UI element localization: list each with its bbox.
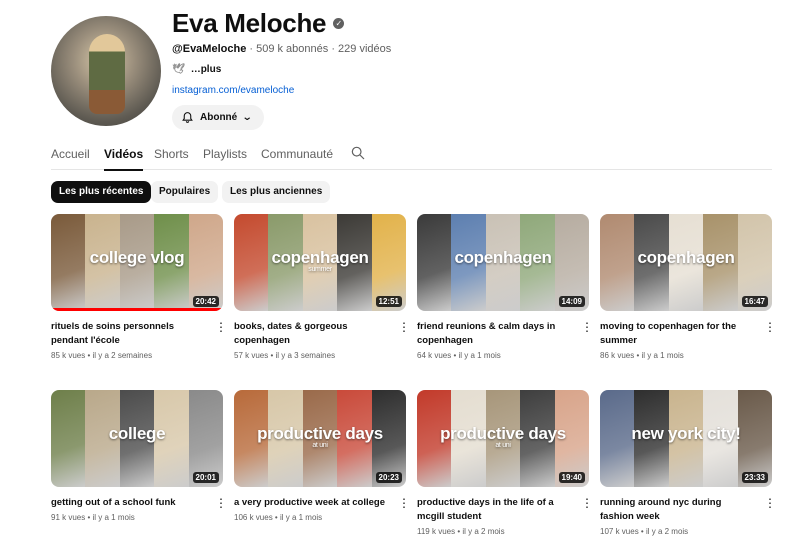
- video-duration: 19:40: [558, 472, 585, 483]
- video-card[interactable]: productive days at uni 19:40 productive day…: [417, 390, 593, 536]
- video-meta: 106 k vues • il y a 1 mois: [234, 513, 323, 522]
- video-card[interactable]: new york city! 23:33 running around nyc du…: [600, 390, 776, 536]
- video-thumbnail[interactable]: productive days at uni 19:40: [417, 390, 589, 487]
- video-title[interactable]: books, dates & gorgeous copenhagen: [234, 320, 390, 348]
- overlay-title: copenhagen: [271, 248, 369, 267]
- video-card[interactable]: copenhagen summer 12:51 books, dates & gorg…: [234, 214, 410, 360]
- channel-handle: @EvaMeloche: [172, 43, 247, 55]
- channel-name-text: Eva Meloche: [172, 8, 327, 38]
- tab-shorts[interactable]: Shorts: [154, 147, 189, 161]
- thumbnail-overlay-text: copenhagen: [600, 248, 772, 268]
- chip-oldest[interactable]: Les plus anciennes: [222, 181, 331, 203]
- overlay-title: copenhagen: [454, 248, 552, 267]
- channel-avatar[interactable]: [51, 16, 161, 126]
- video-thumbnail[interactable]: new york city! 23:33: [600, 390, 772, 487]
- channel-bio[interactable]: 🕊 …plus: [172, 64, 221, 75]
- video-duration: 14:09: [558, 296, 585, 307]
- video-title[interactable]: moving to copenhagen for the summer: [600, 320, 756, 348]
- subscribed-button[interactable]: Abonné ⌄: [172, 105, 264, 130]
- thumbnail-overlay-text: copenhagen summer: [234, 248, 406, 273]
- video-duration: 20:01: [192, 472, 219, 483]
- video-title[interactable]: a very productive week at college: [234, 496, 390, 510]
- search-icon[interactable]: [350, 145, 366, 161]
- video-thumbnail[interactable]: college 20:01: [51, 390, 223, 487]
- video-card[interactable]: college 20:01 getting out of a school funk…: [51, 390, 227, 522]
- channel-link[interactable]: instagram.com/evameloche: [172, 85, 294, 96]
- avatar-figure: [89, 34, 125, 114]
- overlay-subtitle: summer: [308, 266, 332, 273]
- thumbnail-overlay-text: college: [51, 424, 223, 444]
- video-duration: 23:33: [741, 472, 768, 483]
- dove-icon: 🕊: [172, 64, 185, 75]
- video-meta: 91 k vues • il y a 1 mois: [51, 513, 135, 522]
- video-meta: 119 k vues • il y a 2 mois: [417, 527, 505, 536]
- more-options-icon[interactable]: ⋮: [398, 497, 410, 509]
- video-meta: 85 k vues • il y a 2 semaines: [51, 351, 153, 360]
- video-duration: 20:42: [192, 296, 219, 307]
- overlay-title: copenhagen: [637, 248, 735, 267]
- more-options-icon[interactable]: ⋮: [581, 321, 593, 333]
- thumbnail-overlay-text: copenhagen: [417, 248, 589, 268]
- video-meta: 57 k vues • il y a 3 semaines: [234, 351, 336, 360]
- video-thumbnail[interactable]: college vlog 20:42: [51, 214, 223, 311]
- subscribed-label: Abonné: [200, 112, 238, 123]
- video-title[interactable]: running around nyc during fashion week: [600, 496, 756, 524]
- overlay-title: productive days: [257, 424, 383, 443]
- bell-icon: [182, 112, 193, 123]
- channel-tabs: Accueil Vidéos Shorts Playlists Communau…: [51, 140, 772, 171]
- video-title[interactable]: friend reunions & calm days in copenhage…: [417, 320, 573, 348]
- overlay-subtitle: at uni: [495, 442, 511, 449]
- video-duration: 12:51: [375, 296, 402, 307]
- video-thumbnail[interactable]: copenhagen 16:47: [600, 214, 772, 311]
- more-options-icon[interactable]: ⋮: [764, 497, 776, 509]
- thumbnail-overlay-text: college vlog: [51, 248, 223, 268]
- thumbnail-overlay-text: productive days at uni: [234, 424, 406, 449]
- chevron-down-icon: ⌄: [241, 112, 253, 123]
- tab-playlists[interactable]: Playlists: [203, 147, 247, 161]
- video-title[interactable]: productive days in the life of a mcgill …: [417, 496, 573, 524]
- tab-videos[interactable]: Vidéos: [104, 147, 144, 171]
- overlay-subtitle: at uni: [312, 442, 328, 449]
- video-card[interactable]: copenhagen 16:47 moving to copenhagen for …: [600, 214, 776, 360]
- thumbnail-overlay-text: productive days at uni: [417, 424, 589, 449]
- more-options-icon[interactable]: ⋮: [215, 497, 227, 509]
- verified-check-icon: ✓: [333, 18, 345, 29]
- tab-accueil[interactable]: Accueil: [51, 147, 90, 161]
- overlay-title: productive days: [440, 424, 566, 443]
- video-card[interactable]: copenhagen 14:09 friend reunions & calm da…: [417, 214, 593, 360]
- thumbnail-overlay-text: new york city!: [600, 424, 772, 444]
- video-meta: 86 k vues • il y a 1 mois: [600, 351, 684, 360]
- overlay-title: college: [108, 424, 166, 443]
- watch-progress-bar: [51, 308, 223, 311]
- video-duration: 16:47: [741, 296, 768, 307]
- bio-more-text: …plus: [190, 64, 222, 75]
- more-options-icon[interactable]: ⋮: [215, 321, 227, 333]
- video-title[interactable]: rituels de soins personnels pendant l'éc…: [51, 320, 207, 348]
- channel-stats: · 509 k abonnés · 229 vidéos: [246, 43, 392, 55]
- video-meta: 107 k vues • il y a 2 mois: [600, 527, 689, 536]
- more-options-icon[interactable]: ⋮: [398, 321, 410, 333]
- chip-most-recent[interactable]: Les plus récentes: [51, 181, 152, 203]
- video-meta: 64 k vues • il y a 1 mois: [417, 351, 501, 360]
- more-options-icon[interactable]: ⋮: [764, 321, 776, 333]
- video-duration: 20:23: [375, 472, 402, 483]
- channel-name: Eva Meloche ✓: [172, 8, 345, 39]
- overlay-title: college vlog: [89, 248, 185, 267]
- video-thumbnail[interactable]: copenhagen 14:09: [417, 214, 589, 311]
- video-title[interactable]: getting out of a school funk: [51, 496, 207, 510]
- video-thumbnail[interactable]: copenhagen summer 12:51: [234, 214, 406, 311]
- channel-handle-line: @EvaMeloche · 509 k abonnés · 229 vidéos: [172, 43, 391, 55]
- tab-communaute[interactable]: Communauté: [261, 147, 333, 161]
- more-options-icon[interactable]: ⋮: [581, 497, 593, 509]
- video-card[interactable]: college vlog 20:42 rituels de soins person…: [51, 214, 227, 360]
- chip-popular[interactable]: Populaires: [151, 181, 219, 203]
- overlay-title: new york city!: [631, 424, 741, 443]
- video-thumbnail[interactable]: productive days at uni 20:23: [234, 390, 406, 487]
- video-card[interactable]: productive days at uni 20:23 a very product…: [234, 390, 410, 522]
